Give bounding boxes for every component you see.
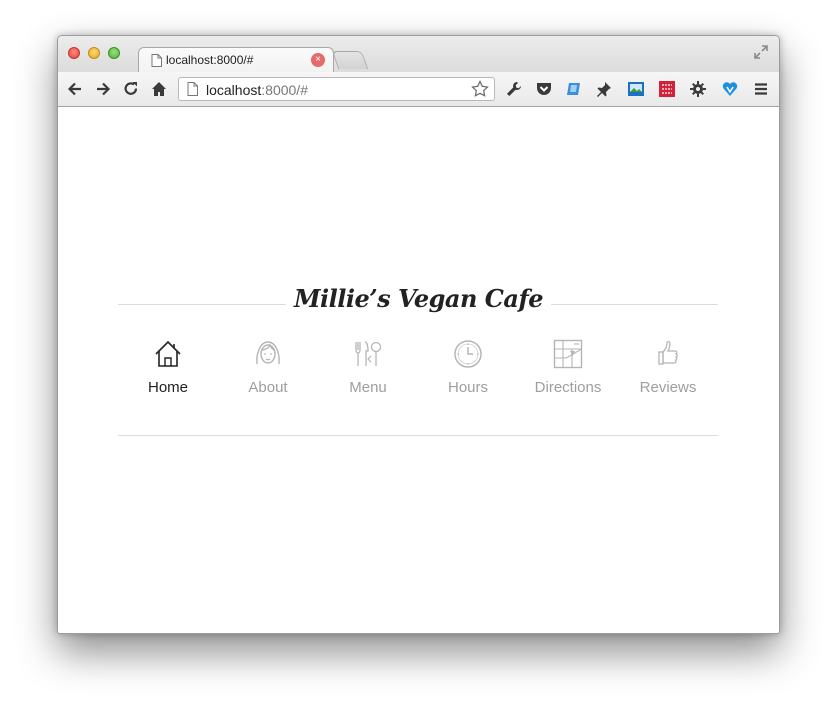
- woman-face-icon: [256, 341, 280, 365]
- bookmark-star-icon[interactable]: [471, 80, 489, 98]
- nav-item-home[interactable]: Home: [118, 338, 218, 408]
- nav-item-hours[interactable]: Hours: [418, 338, 518, 408]
- page-content: Millie’s Vegan Cafe Home About Menu Hour…: [58, 107, 779, 633]
- nav-item-reviews[interactable]: Reviews: [618, 338, 718, 408]
- nav-label: Home: [147, 379, 188, 396]
- back-arrow-icon[interactable]: [66, 80, 84, 98]
- url-path: :8000/#: [261, 82, 308, 98]
- nav-label: Directions: [534, 379, 602, 396]
- clock-icon: [454, 340, 482, 368]
- address-bar[interactable]: localhost:8000/#: [178, 77, 495, 101]
- window-minimize-button[interactable]: [88, 47, 100, 59]
- page-icon: [187, 82, 198, 96]
- map-icon: [553, 339, 583, 369]
- nav-label: About: [248, 379, 288, 396]
- image-extension-icon[interactable]: [627, 80, 645, 98]
- site-title-text: Millie’s Vegan Cafe: [285, 284, 552, 313]
- cube-extension-icon[interactable]: [565, 80, 583, 98]
- window-zoom-button[interactable]: [108, 47, 120, 59]
- site-title[interactable]: Millie’s Vegan Cafe: [58, 284, 779, 313]
- reload-icon[interactable]: [122, 80, 140, 98]
- browser-window: localhost:8000/# × localhost:8000/# Mill…: [57, 35, 780, 634]
- thumbs-up-icon: [658, 340, 678, 365]
- url-host: localhost: [206, 82, 262, 98]
- url-text[interactable]: localhost:8000/#: [206, 82, 308, 98]
- nav-item-directions[interactable]: Directions: [518, 338, 618, 408]
- nav-divider: [118, 435, 718, 436]
- menu-hamburger-icon[interactable]: [752, 80, 770, 98]
- nav-label: Hours: [447, 379, 488, 396]
- tab-title: localhost:8000/#: [166, 53, 254, 67]
- title-bar: localhost:8000/# ×: [58, 36, 779, 73]
- nav-label: Reviews: [639, 379, 697, 396]
- home-icon[interactable]: [150, 80, 168, 98]
- red-extension-icon[interactable]: [658, 80, 676, 98]
- nav-label: Menu: [349, 379, 387, 396]
- page-icon: [151, 54, 162, 67]
- nav-item-menu[interactable]: Menu: [318, 338, 418, 408]
- pin-icon[interactable]: [595, 80, 613, 98]
- window-close-button[interactable]: [68, 47, 80, 59]
- browser-tab[interactable]: localhost:8000/# ×: [138, 47, 334, 73]
- tab-close-icon[interactable]: ×: [311, 53, 325, 67]
- forward-arrow-icon[interactable]: [94, 80, 112, 98]
- utensils-icon: [355, 341, 382, 366]
- pocket-icon[interactable]: [535, 80, 553, 98]
- browser-toolbar: localhost:8000/#: [58, 72, 779, 107]
- main-nav: Home About Menu Hours Directions Reviews: [118, 338, 718, 408]
- new-tab-button[interactable]: [331, 51, 369, 69]
- nav-item-about[interactable]: About: [218, 338, 318, 408]
- fullscreen-icon[interactable]: [753, 44, 769, 60]
- heart-extension-icon[interactable]: [721, 80, 739, 98]
- settings-gear-icon[interactable]: [689, 80, 707, 98]
- developer-tools-icon[interactable]: [505, 80, 523, 98]
- house-icon: [155, 340, 181, 367]
